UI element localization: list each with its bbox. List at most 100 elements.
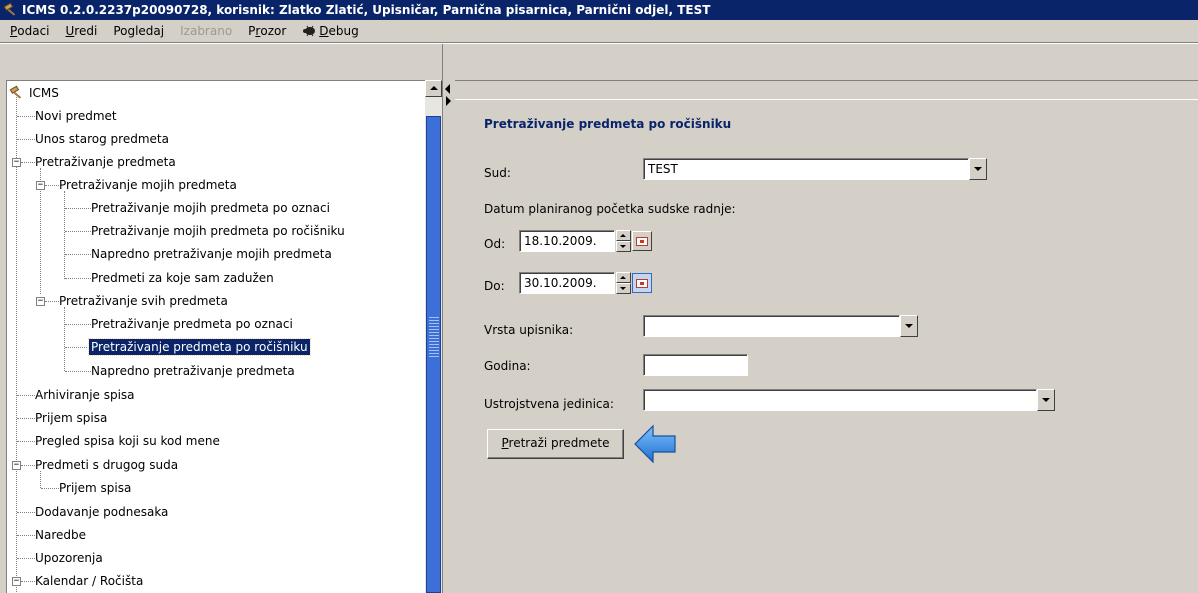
collapse-icon[interactable]: − — [36, 297, 45, 306]
navigation-tree[interactable]: ICMS Novi predmet Unos starog predmeta −… — [6, 80, 425, 593]
sud-dropdown-icon[interactable] — [969, 158, 987, 180]
search-button[interactable]: Pretraži predmete — [487, 429, 624, 459]
do-date-field[interactable]: 30.10.2009. — [519, 272, 615, 294]
tree-item-label: Novi predmet — [35, 108, 117, 123]
form-title: Pretraživanje predmeta po ročišniku — [484, 117, 732, 131]
tree-item-label: Arhiviranje spisa — [35, 387, 135, 402]
tree-item-label: Pretraživanje predmeta po oznaci — [91, 316, 293, 331]
ustrojstvena-jedinica-select[interactable] — [643, 389, 1037, 411]
tree-item-label: Pretraživanje svih predmeta — [59, 293, 228, 308]
collapse-icon[interactable]: − — [12, 158, 21, 167]
tree-item-label: Pretraživanje predmeta — [35, 154, 176, 169]
tree-item-svi-po-oznaci[interactable]: Pretraživanje predmeta po oznaci — [89, 312, 295, 335]
menu-debug[interactable]: Debug — [302, 24, 359, 38]
tree-item-pregled-spisa[interactable]: Pregled spisa koji su kod mene — [33, 429, 222, 452]
tree-item-moji-napredno[interactable]: Napredno pretraživanje mojih predmeta — [89, 242, 334, 265]
do-label: Do: — [484, 279, 505, 293]
menu-pogledaj-accel: j — [160, 24, 165, 38]
tree-item-moji-po-oznaci[interactable]: Pretraživanje mojih predmeta po oznaci — [89, 196, 332, 219]
tree-item-moji-po-rocisniku[interactable]: Pretraživanje mojih predmeta po ročišnik… — [89, 219, 347, 242]
search-button-accel: P — [501, 436, 509, 450]
tree-item-label: Prijem spisa — [35, 410, 108, 425]
gavel-icon — [9, 85, 25, 101]
menu-prozor-rest: ozor — [260, 24, 287, 38]
vrsta-dropdown-icon[interactable] — [900, 315, 918, 337]
menu-pogledaj[interactable]: Pogleda j — [113, 24, 164, 38]
menu-prozor[interactable]: Pr ozor — [248, 24, 286, 38]
collapse-icon[interactable]: − — [36, 181, 45, 190]
calendar-icon[interactable] — [632, 273, 652, 293]
tree-item-prijem-spisa-2[interactable]: Prijem spisa — [57, 476, 133, 499]
tree-scrollbar[interactable] — [425, 80, 442, 593]
tree-item-pretrazivanje-svih[interactable]: Pretraživanje svih predmeta — [57, 289, 230, 312]
tree-connector — [64, 191, 65, 279]
pointer-arrow-icon — [634, 424, 676, 464]
tree-item-pretrazivanje-mojih[interactable]: Pretraživanje mojih predmeta — [57, 173, 239, 196]
tree-item-label: Predmeti s drugog suda — [35, 457, 179, 472]
tree-item-prijem-spisa[interactable]: Prijem spisa — [33, 406, 109, 429]
tree-connector — [64, 307, 65, 371]
spin-down-icon[interactable] — [616, 241, 631, 252]
tree-item-unos-starog[interactable]: Unos starog predmeta — [33, 127, 171, 150]
search-form: Pretraživanje predmeta po ročišniku Sud:… — [456, 100, 1198, 593]
tree-item-label: Pretraživanje mojih predmeta — [59, 177, 237, 192]
tree-item-label: Prijem spisa — [59, 480, 132, 495]
tree-item-zaduzen[interactable]: Predmeti za koje sam zadužen — [89, 266, 276, 289]
tree-item-label: Unos starog predmeta — [35, 131, 169, 146]
tree-item-label: Predmeti za koje sam zadužen — [91, 270, 274, 285]
ustrojstvena-jedinica-label: Ustrojstvena jedinica: — [484, 397, 614, 411]
vrsta-upisnika-select[interactable] — [643, 315, 900, 337]
tree-item-arhiviranje[interactable]: Arhiviranje spisa — [33, 383, 137, 406]
gavel-icon — [3, 2, 19, 18]
bug-icon — [302, 25, 316, 37]
menu-debug-accel: D — [319, 24, 329, 38]
tree-item-pretrazivanje-predmeta[interactable]: Pretraživanje predmeta — [33, 150, 178, 173]
od-spinner[interactable] — [616, 230, 631, 252]
spin-up-icon[interactable] — [616, 272, 631, 283]
collapse-icon[interactable]: − — [12, 461, 21, 470]
tree-item-label: Napredno pretraživanje mojih predmeta — [91, 246, 332, 261]
menu-prozor-pre: P — [248, 24, 256, 38]
right-panel-header — [455, 80, 1198, 100]
collapse-icon[interactable]: − — [12, 577, 21, 586]
ustroj-dropdown-icon[interactable] — [1037, 389, 1055, 411]
tree-connector — [65, 347, 91, 348]
tree-item-kalendar[interactable]: Kalendar / Ročišta — [33, 569, 145, 592]
collapse-left-icon[interactable] — [445, 84, 450, 94]
menu-bar: Podaci Uredi Pogleda j Izabrano Pr ozor De… — [0, 20, 1198, 42]
menu-podaci[interactable]: Podaci — [10, 24, 50, 38]
tree-item-novi-predmet[interactable]: Novi predmet — [33, 104, 119, 127]
menu-debug-rest: ebug — [328, 24, 359, 38]
od-date-field[interactable]: 18.10.2009. — [519, 230, 615, 252]
tree-item-dodavanje[interactable]: Dodavanje podnesaka — [33, 500, 170, 523]
menu-uredi[interactable]: Uredi — [66, 24, 98, 38]
tree-item-upozorenja[interactable]: Upozorenja — [33, 546, 105, 569]
tree-item-label: Napredno pretraživanje predmeta — [91, 363, 295, 378]
spin-up-icon[interactable] — [616, 230, 631, 241]
calendar-icon[interactable] — [632, 231, 652, 251]
tree-item-svi-napredno[interactable]: Napredno pretraživanje predmeta — [89, 359, 297, 382]
do-spinner[interactable] — [616, 272, 631, 294]
tree-connector — [65, 231, 91, 232]
scroll-thumb[interactable] — [426, 116, 441, 593]
menu-podaci-rest: odaci — [17, 24, 50, 38]
tree-item-label: Dodavanje podnesaka — [35, 504, 169, 519]
expand-right-icon[interactable] — [446, 96, 451, 106]
panel-splitter[interactable] — [442, 44, 455, 593]
scroll-up-icon[interactable] — [425, 80, 442, 97]
tree-item-label: Kalendar / Ročišta — [35, 573, 144, 588]
godina-input[interactable] — [643, 354, 748, 376]
tree-connector — [65, 278, 91, 279]
sud-label: Sud: — [484, 166, 511, 180]
tree-item-naredbe[interactable]: Naredbe — [33, 523, 88, 546]
menu-podaci-accel: P — [10, 24, 18, 38]
sud-select[interactable]: TEST — [643, 158, 969, 180]
menu-pogledaj-pre: Pogleda — [113, 24, 161, 38]
tree-item-drugog-suda[interactable]: Predmeti s drugog suda — [33, 453, 180, 476]
scroll-grip — [429, 317, 439, 357]
godina-label: Godina: — [484, 359, 531, 373]
tree-item-svi-po-rocisniku[interactable]: Pretraživanje predmeta po ročišniku — [88, 335, 311, 358]
spin-down-icon[interactable] — [616, 283, 631, 294]
datum-label: Datum planiranog početka sudske radnje: — [484, 202, 736, 216]
menu-uredi-rest: redi — [74, 24, 98, 38]
